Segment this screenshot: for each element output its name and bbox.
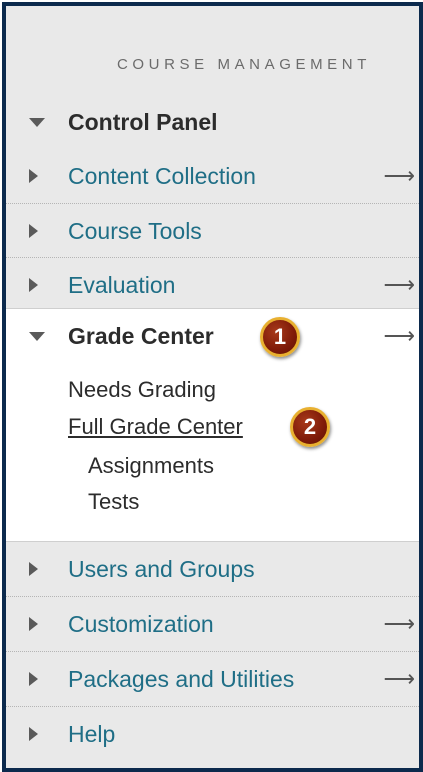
menu-help[interactable]: Help [6, 707, 419, 761]
expand-triangle-icon [29, 617, 38, 631]
section-heading: COURSE MANAGEMENT [116, 56, 371, 73]
grade-center-panel: Grade Center ⟶ 1 Needs Grading Full Grad… [6, 308, 419, 542]
full-grade-center-link[interactable]: Full Grade Center [68, 414, 243, 440]
menu-packages-and-utilities[interactable]: Packages and Utilities ⟶ [6, 652, 419, 706]
arrow-right-icon[interactable]: ⟶ [383, 274, 415, 296]
expand-triangle-icon [29, 562, 38, 576]
course-tools-label: Course Tools [68, 217, 202, 244]
expand-triangle-icon [29, 169, 38, 183]
collapse-triangle-icon [29, 331, 45, 341]
menu-control-panel[interactable]: Control Panel [6, 95, 419, 149]
grade-center-label: Grade Center [68, 322, 214, 349]
expand-triangle-icon [29, 278, 38, 292]
arrow-right-icon[interactable]: ⟶ [383, 613, 415, 635]
control-panel-label: Control Panel [68, 108, 218, 135]
needs-grading-link[interactable]: Needs Grading [68, 377, 216, 403]
packages-and-utilities-label: Packages and Utilities [68, 665, 295, 692]
expand-triangle-icon [29, 224, 38, 238]
menu-evaluation[interactable]: Evaluation ⟶ [6, 258, 419, 312]
course-management-panel: COURSE MANAGEMENT Control Panel Content … [2, 2, 423, 772]
arrow-right-icon[interactable]: ⟶ [383, 325, 415, 347]
collapse-triangle-icon [29, 117, 45, 127]
callout-badge-2: 2 [290, 407, 330, 447]
expand-triangle-icon [29, 727, 38, 741]
menu-content-collection[interactable]: Content Collection ⟶ [6, 149, 419, 203]
customization-label: Customization [68, 610, 214, 637]
menu-grade-center[interactable]: Grade Center ⟶ [6, 309, 419, 363]
evaluation-label: Evaluation [68, 271, 176, 298]
content-collection-label: Content Collection [68, 162, 256, 189]
expand-triangle-icon [29, 672, 38, 686]
menu-course-tools[interactable]: Course Tools [6, 204, 419, 258]
tests-link[interactable]: Tests [88, 489, 139, 515]
help-label: Help [68, 720, 116, 747]
arrow-right-icon[interactable]: ⟶ [383, 165, 415, 187]
menu-customization[interactable]: Customization ⟶ [6, 597, 419, 651]
arrow-right-icon[interactable]: ⟶ [383, 668, 415, 690]
assignments-link[interactable]: Assignments [88, 453, 214, 479]
callout-badge-1: 1 [260, 317, 300, 357]
users-and-groups-label: Users and Groups [68, 555, 255, 582]
menu-users-and-groups[interactable]: Users and Groups [6, 542, 419, 596]
